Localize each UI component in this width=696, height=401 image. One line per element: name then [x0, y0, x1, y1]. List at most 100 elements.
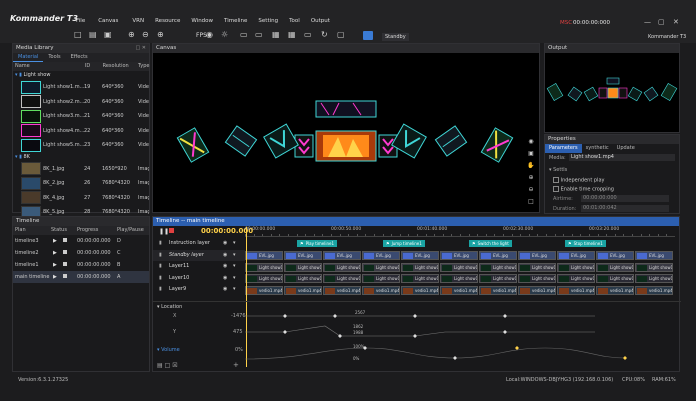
layer-row[interactable]: ▮ Standby layer ◉ ▾	[153, 249, 245, 262]
menu-item-vrn[interactable]: VRN	[132, 18, 144, 24]
media-row[interactable]: 8K_4.jpg 27 7680*4320 Imag	[13, 191, 149, 206]
clip[interactable]: Light show1.mp4	[401, 262, 439, 272]
clip[interactable]: vedio1.mp4	[518, 285, 556, 295]
grid-icon[interactable]: ▦	[288, 30, 296, 39]
clip[interactable]: Light show1.mp4	[596, 274, 634, 283]
timeline-row[interactable]: timeline3 ▶ 00:00:00.000 D	[13, 235, 149, 247]
col-resolution[interactable]: Resolution	[103, 62, 138, 71]
timeline-row[interactable]: timeline1 ▶ 00:00:00.000 B	[13, 259, 149, 271]
menu-item-file[interactable]: File	[76, 18, 85, 24]
settings-section[interactable]: ▾ Settls	[549, 167, 567, 173]
visibility-icon[interactable]: ◉	[223, 261, 227, 273]
clip[interactable]: Light show1.mp4	[362, 274, 400, 283]
duration-field[interactable]: 00:01:00:042	[581, 205, 669, 212]
media-group[interactable]: ▾ ▮ 8K	[13, 153, 149, 162]
clip[interactable]: Light show1.mp4	[557, 274, 595, 283]
clip[interactable]: EVL.jpg	[635, 251, 673, 260]
stop-icon[interactable]	[62, 274, 67, 278]
clip[interactable]: Light show1.mp4	[284, 274, 322, 283]
tab-material[interactable]: Material	[13, 53, 44, 62]
speaker-icon[interactable]: ▾	[233, 250, 236, 262]
clip[interactable]: EVL.jpg	[518, 251, 556, 260]
y-value[interactable]: 475	[233, 329, 243, 335]
clip[interactable]: vedio1.mp4	[362, 285, 400, 295]
clip[interactable]: Light show1.mp4	[323, 262, 361, 272]
media-row[interactable]: Light show3.m... 21 640*360 Vide	[13, 109, 149, 124]
zoom-out-icon[interactable]: ⊖	[527, 184, 535, 196]
frame-icon[interactable]: ▢	[337, 30, 345, 39]
clip[interactable]: Light show1.mp4	[596, 262, 634, 272]
zoom-in-icon[interactable]: ⊕	[527, 172, 535, 184]
instruction-marker[interactable]: ⚑ Play timeline1	[297, 240, 338, 247]
layer-row[interactable]: ▮ Instruction layer ◉ ▾	[153, 238, 245, 250]
clip[interactable]: EVL.jpg	[596, 251, 634, 260]
clip[interactable]: Light show1.mp4	[479, 274, 517, 283]
clip[interactable]: EVL.jpg	[479, 251, 517, 260]
menu-item-resource[interactable]: Resource	[155, 18, 180, 24]
media-group[interactable]: ▾ ▮ Light show	[13, 71, 149, 80]
media-row[interactable]: 8K_1.jpg 24 1650*920 Imag	[13, 162, 149, 177]
open-folder-icon[interactable]: ▤	[89, 30, 97, 39]
monitor-icon[interactable]: ▭	[240, 30, 248, 39]
play-icon[interactable]: ▶	[53, 238, 57, 244]
instruction-marker[interactable]: ⚑ Switch the light	[469, 240, 512, 247]
clip[interactable]: Light show1.mp4	[635, 262, 673, 272]
stop-icon[interactable]	[62, 238, 67, 242]
location-group[interactable]: ▾ Location	[157, 304, 182, 310]
add-track-button[interactable]: +	[233, 361, 239, 369]
clip[interactable]: EVL.jpg	[245, 251, 283, 260]
standby-button[interactable]: Standby	[382, 33, 409, 41]
panel-close-icon[interactable]: □ ✕	[135, 45, 146, 51]
menu-item-timeline[interactable]: Timeline	[224, 18, 247, 24]
save-icon[interactable]: ▣	[104, 30, 112, 39]
layer-row[interactable]: ▮ Layer9 ◉ ▾	[153, 284, 245, 296]
enable-cropping-checkbox[interactable]: Enable time cropping	[553, 186, 614, 193]
settings-icon[interactable]: ☼	[221, 30, 228, 39]
speaker-icon[interactable]: ▾	[233, 238, 236, 250]
clip[interactable]: vedio1.mp4	[479, 285, 517, 295]
prop-tab-update[interactable]: Update	[613, 144, 639, 153]
stop-icon[interactable]	[62, 262, 67, 266]
clip[interactable]: vedio1.mp4	[596, 285, 634, 295]
tab-tools[interactable]: Tools	[43, 53, 65, 62]
stop-button[interactable]	[169, 228, 174, 233]
timeline-row[interactable]: timeline2 ▶ 00:00:00.000 C	[13, 247, 149, 259]
screen-icon[interactable]: ▭	[255, 30, 263, 39]
pause-button[interactable]: ❚❚	[159, 228, 169, 235]
visibility-icon[interactable]: ◉	[223, 284, 227, 296]
clip[interactable]: Light show1.mp4	[245, 274, 283, 283]
fps-button[interactable]: FPS	[196, 32, 207, 39]
clip[interactable]: vedio1.mp4	[323, 285, 361, 295]
tab-effects[interactable]: Effects	[66, 53, 93, 62]
clip[interactable]: Light show1.mp4	[557, 262, 595, 272]
refresh-icon[interactable]: ↻	[321, 30, 328, 39]
clip[interactable]: Light show1.mp4	[284, 262, 322, 272]
copy-icon[interactable]: □	[165, 362, 171, 369]
prop-tab-synthetic[interactable]: synthetic	[582, 144, 613, 153]
clip[interactable]: EVL.jpg	[323, 251, 361, 260]
visibility-icon[interactable]: ◉	[223, 250, 227, 262]
add-layer-icon[interactable]: ▤	[157, 362, 163, 369]
keyframe-curves[interactable]	[245, 302, 675, 362]
clip[interactable]: vedio1.mp4	[284, 285, 322, 295]
speaker-icon[interactable]: ▾	[233, 261, 236, 273]
delete-icon[interactable]: ☒	[172, 362, 177, 369]
clip[interactable]: vedio1.mp4	[635, 285, 673, 295]
clip[interactable]: EVL.jpg	[401, 251, 439, 260]
clip[interactable]: Light show1.mp4	[323, 274, 361, 283]
minimize-button[interactable]: —	[644, 18, 651, 26]
col-id[interactable]: ID	[85, 62, 103, 71]
maximize-button[interactable]: ▢	[658, 18, 665, 26]
preview-icon[interactable]: ◉	[206, 30, 213, 39]
stop-icon[interactable]	[62, 250, 67, 254]
hand-icon[interactable]: ✋	[527, 160, 535, 172]
remove-icon[interactable]: ⊖	[142, 30, 149, 39]
time-ruler[interactable]: 00:00:00.000 00:00:50.000 00:01:40.000 00:0…	[245, 227, 675, 237]
volume-value[interactable]: 0%	[235, 347, 243, 353]
grid-layout-icon[interactable]	[363, 31, 373, 40]
independent-play-checkbox[interactable]: Independent play	[553, 177, 604, 184]
media-row[interactable]: Light show1.m... 19 640*360 Vide	[13, 80, 149, 95]
clip[interactable]: Light show1.mp4	[479, 262, 517, 272]
clip[interactable]: Light show1.mp4	[440, 262, 478, 272]
instruction-marker[interactable]: ⚑ Stop timeline1	[565, 240, 606, 247]
